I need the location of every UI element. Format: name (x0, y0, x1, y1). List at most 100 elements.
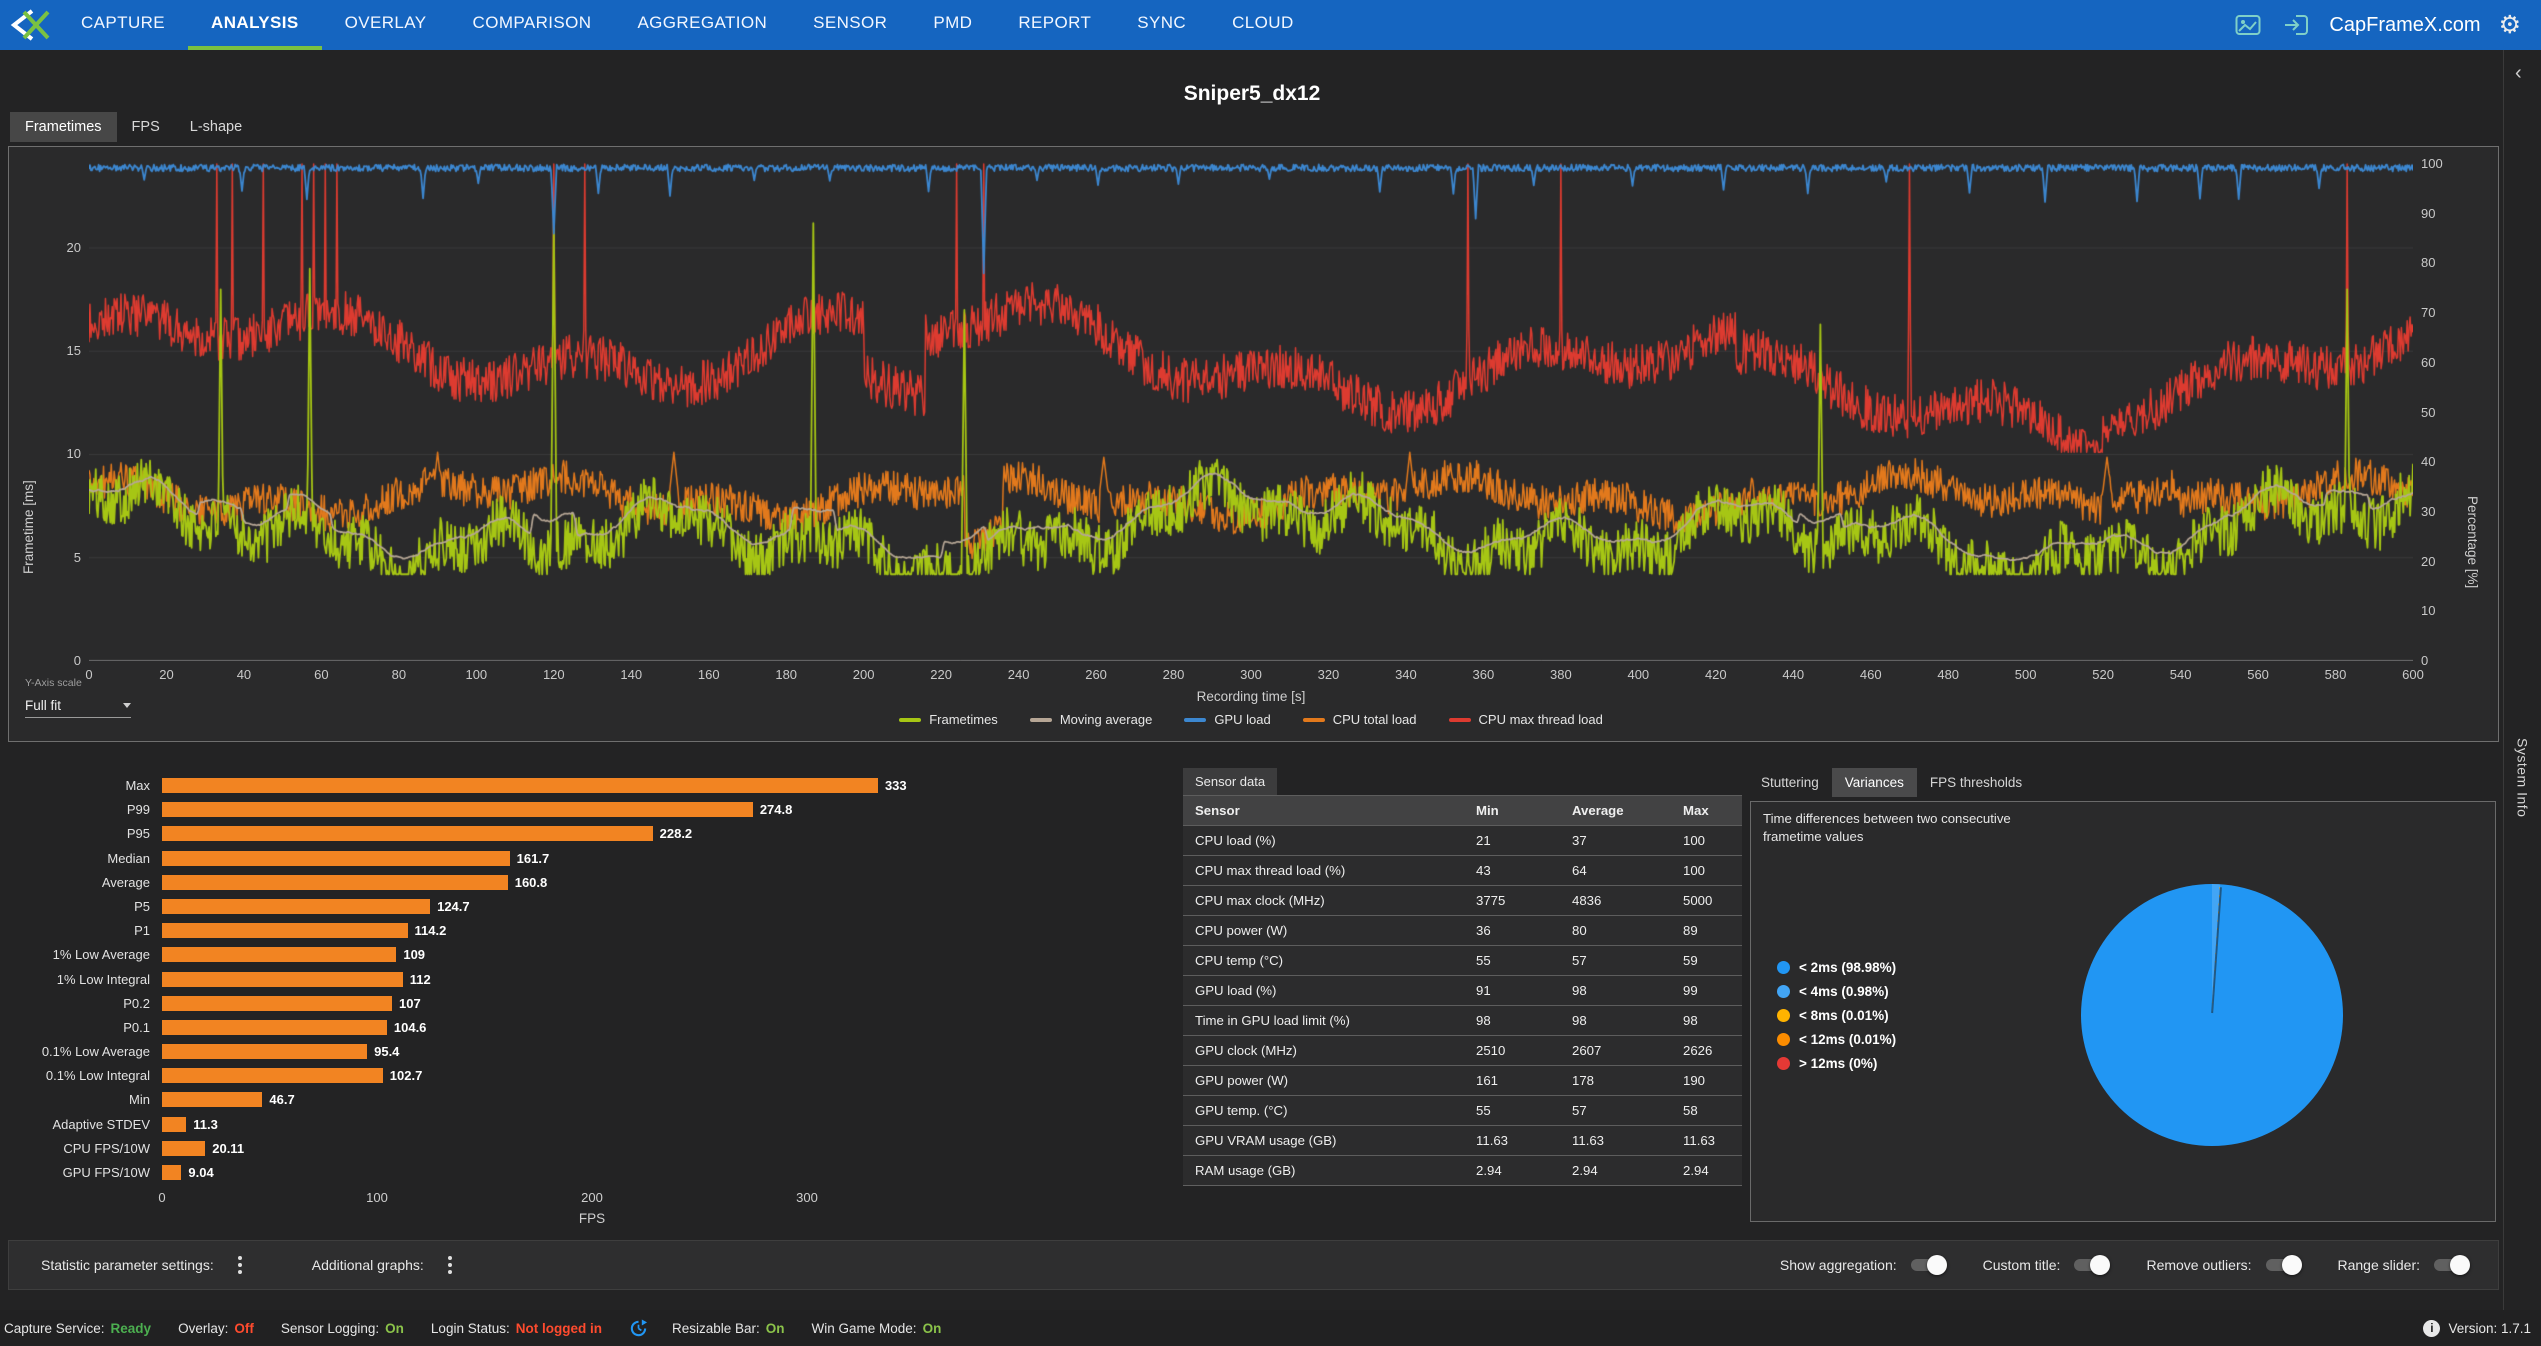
kebab-dot (238, 1256, 242, 1260)
toggle-switch-show-aggregation[interactable] (1909, 1255, 1947, 1275)
sensor-cell: 2.94 (1468, 1156, 1564, 1186)
x-tick: 460 (1860, 667, 1882, 682)
sensor-cell: 55 (1468, 1096, 1564, 1126)
x-tick: 500 (2015, 667, 2037, 682)
nav-tab-overlay[interactable]: OVERLAY (322, 0, 450, 50)
status-overlay: Overlay:Off (178, 1321, 254, 1336)
sensor-cell: GPU power (W) (1183, 1066, 1468, 1096)
sensor-data-panel: Sensor data SensorMinAverageMaxCPU load … (1183, 768, 1742, 1220)
capframex-logo-icon (8, 8, 50, 42)
controls-right-group: Show aggregation:Custom title:Remove out… (1780, 1255, 2498, 1275)
brand-link[interactable]: CapFrameX.com (2329, 14, 2480, 37)
sensor-table-row: GPU load (%)919899 (1183, 976, 1742, 1006)
variance-legend-label: < 4ms (0.98%) (1799, 984, 1889, 999)
nav-tab-comparison[interactable]: COMPARISON (450, 0, 615, 50)
nav-tab-capture[interactable]: CAPTURE (58, 0, 188, 50)
chart-view-tabs: FrametimesFPSL-shape (10, 112, 257, 142)
nav-tab-aggregation[interactable]: AGGREGATION (614, 0, 790, 50)
x-tick: 260 (1085, 667, 1107, 682)
stat-bar-row: CPU FPS/10W20.11 (8, 1141, 907, 1156)
chart-tab-frametimes[interactable]: Frametimes (10, 112, 117, 142)
variance-tab-stuttering[interactable]: Stuttering (1748, 768, 1832, 797)
chart-tab-l-shape[interactable]: L-shape (175, 112, 257, 142)
nav-right-group: CapFrameX.com ⚙ (2233, 10, 2541, 40)
statistics-bars: Max333P99274.8P95228.2Median161.7Average… (8, 778, 907, 1180)
sensor-table-row: CPU temp (°C)555759 (1183, 946, 1742, 976)
status-right-group: i Version: 1.7.1 (2423, 1320, 2531, 1337)
y-right-tick: 40 (2421, 454, 2435, 469)
legend-item-moving-average: Moving average (1030, 712, 1153, 727)
stat-bar-value: 161.7 (517, 851, 550, 866)
version-label: Version: 1.7.1 (2448, 1321, 2531, 1336)
login-icon[interactable] (2281, 10, 2311, 40)
history-icon[interactable] (629, 1319, 648, 1338)
stat-bar (162, 1092, 262, 1107)
stat-bar-value: 228.2 (660, 826, 693, 841)
sensor-cell: 57 (1564, 1096, 1675, 1126)
sensor-table-row: CPU power (W)368089 (1183, 916, 1742, 946)
frametime-line-chart[interactable] (89, 153, 2413, 661)
toggle-switch-range-slider[interactable] (2432, 1255, 2470, 1275)
chart-tab-fps[interactable]: FPS (117, 112, 175, 142)
stat-bar-row: P0.1104.6 (8, 1020, 907, 1035)
status-label: Sensor Logging: (281, 1321, 379, 1336)
x-tick: 120 (543, 667, 565, 682)
expand-panel-chevron-icon[interactable]: ‹ (2515, 62, 2522, 85)
stat-bar (162, 778, 878, 793)
y-left-tick: 0 (9, 653, 81, 668)
kebab-menu-icon[interactable] (230, 1252, 250, 1278)
toggle-label: Show aggregation: (1780, 1257, 1897, 1273)
stat-bar-label: Median (8, 851, 150, 866)
nav-tab-cloud[interactable]: CLOUD (1209, 0, 1317, 50)
y-right-tick: 70 (2421, 305, 2435, 320)
screenshot-icon[interactable] (2233, 10, 2263, 40)
stat-bar-label: P0.2 (8, 996, 150, 1011)
nav-tab-sensor[interactable]: SENSOR (790, 0, 910, 50)
x-tick: 580 (2325, 667, 2347, 682)
toggle-item-show-aggregation: Show aggregation: (1780, 1255, 1947, 1275)
sensor-cell: 99 (1675, 976, 1742, 1006)
y-left-tick: 20 (9, 240, 81, 255)
sensor-table-row: CPU max clock (MHz)377548365000 (1183, 886, 1742, 916)
x-tick: 140 (620, 667, 642, 682)
variance-legend: < 2ms (98.98%) < 4ms (0.98%) < 8ms (0.01%)… (1777, 960, 1896, 1071)
stat-bar (162, 1020, 387, 1035)
stat-bar (162, 1117, 186, 1132)
toggle-label: Remove outliers: (2146, 1257, 2251, 1273)
variance-tab-fps-thresholds[interactable]: FPS thresholds (1917, 768, 2035, 797)
x-tick: 340 (1395, 667, 1417, 682)
settings-gear-icon[interactable]: ⚙ (2499, 13, 2521, 38)
variance-legend-label: < 8ms (0.01%) (1799, 1008, 1889, 1023)
sensor-table-row: Time in GPU load limit (%)989898 (1183, 1006, 1742, 1036)
x-tick: 20 (159, 667, 173, 682)
info-icon[interactable]: i (2423, 1320, 2440, 1337)
toggle-switch-remove-outliers[interactable] (2264, 1255, 2302, 1275)
nav-tab-pmd[interactable]: PMD (910, 0, 995, 50)
stat-bar (162, 1068, 383, 1083)
capframex-logo[interactable] (0, 0, 58, 50)
chart-legend: FrametimesMoving averageGPU loadCPU tota… (89, 712, 2413, 727)
legend-dot-icon (1777, 1033, 1790, 1046)
kebab-menu-icon[interactable] (440, 1252, 460, 1278)
status-value: Ready (111, 1321, 152, 1336)
nav-tab-sync[interactable]: SYNC (1114, 0, 1209, 50)
bar-axis-tick: 100 (366, 1190, 388, 1205)
variance-legend-item: < 2ms (98.98%) (1777, 960, 1896, 975)
nav-tab-analysis[interactable]: ANALYSIS (188, 0, 322, 50)
toggle-label: Range slider: (2338, 1257, 2421, 1273)
stat-bar-row: 0.1% Low Integral102.7 (8, 1068, 907, 1083)
stat-bar (162, 1141, 205, 1156)
system-info-label[interactable]: System Info (2515, 738, 2531, 817)
sensor-data-tab[interactable]: Sensor data (1183, 768, 1277, 795)
stat-bar-label: P5 (8, 899, 150, 914)
status-value: On (923, 1321, 942, 1336)
nav-tab-report[interactable]: REPORT (995, 0, 1114, 50)
toggle-switch-custom-title[interactable] (2072, 1255, 2110, 1275)
stat-bar-label: 1% Low Average (8, 947, 150, 962)
toggle-thumb (1927, 1255, 1947, 1275)
sensor-cell: GPU clock (MHz) (1183, 1036, 1468, 1066)
sensor-cell: GPU VRAM usage (GB) (1183, 1126, 1468, 1156)
variance-tab-variances[interactable]: Variances (1832, 768, 1917, 797)
sensor-column-header: Average (1564, 796, 1675, 826)
bar-axis-tick: 200 (581, 1190, 603, 1205)
